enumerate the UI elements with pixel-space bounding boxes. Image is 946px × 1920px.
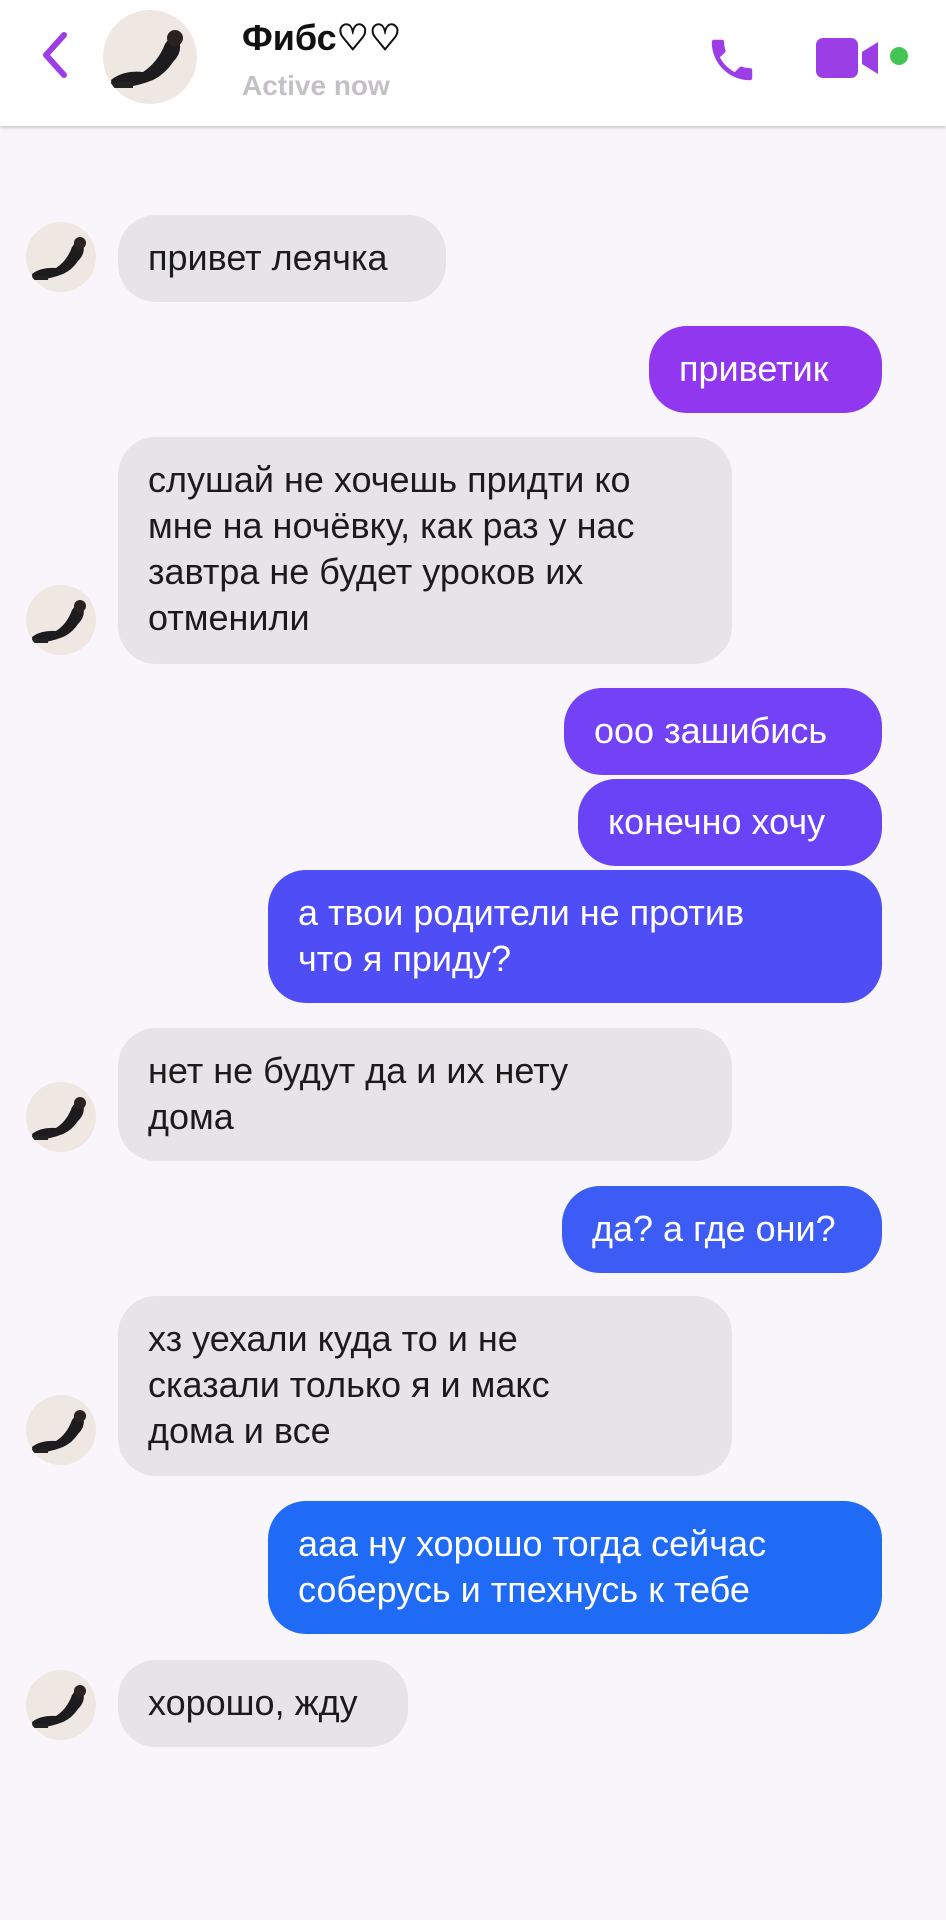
sender-avatar[interactable] [26,222,96,292]
message-text: соберусь и тпехнусь к тебе [298,1569,750,1610]
outgoing-message-bubble[interactable]: ооо зашибись [564,688,882,775]
sender-avatar[interactable] [26,1395,96,1465]
message-text: хорошо, жду [148,1682,358,1723]
voice-call-button[interactable] [700,28,764,92]
outgoing-message-bubble[interactable]: приветик [649,326,882,413]
message-text: сказали только я и макс [148,1364,550,1405]
outgoing-message-bubble[interactable]: ааа ну хорошо тогда сейчас соберусь и тпе… [268,1501,882,1634]
message-text: дома [148,1096,234,1137]
message-text: а твои родители не против [298,892,745,933]
incoming-message-bubble[interactable]: хз уехали куда то и не сказали только я и… [118,1296,732,1476]
sender-avatar[interactable] [26,1082,96,1152]
message-text: мне на ночёвку, как раз у нас [148,505,635,546]
message-text: что я приду? [298,938,512,979]
message-text: да? а где они? [592,1208,836,1249]
contact-name[interactable]: Фибс♡♡ [242,17,401,59]
incoming-message-bubble[interactable]: слушай не хочешь придти ко мне на ночёвку… [118,437,732,664]
sender-avatar[interactable] [26,585,96,655]
message-text: дома и все [148,1410,331,1451]
contact-avatar[interactable] [103,10,197,104]
message-text: нет не будут да и их нету [148,1050,569,1091]
active-status: Active now [242,70,390,101]
message-text: завтра не будет уроков их [148,551,584,592]
message-text: привет леячка [148,237,388,278]
message-text: хз уехали куда то и не [148,1318,518,1359]
message-text: приветик [679,348,829,389]
message-text: конечно хочу [608,801,826,842]
outgoing-message-bubble[interactable]: а твои родители не против что я приду? [268,870,882,1003]
message-text: слушай не хочешь придти ко [148,459,631,500]
back-button[interactable] [30,30,80,80]
message-text: отменили [148,597,310,638]
sender-avatar[interactable] [26,1670,96,1740]
outgoing-message-bubble[interactable]: конечно хочу [578,779,882,866]
chevron-left-icon [43,32,67,78]
message-text: ооо зашибись [594,710,828,751]
message-text: ааа ну хорошо тогда сейчас [298,1523,767,1564]
chat-header: Фибс♡♡ Active now [0,0,946,126]
incoming-message-bubble[interactable]: привет леячка [118,215,446,302]
incoming-message-bubble[interactable]: хорошо, жду [118,1660,408,1747]
phone-icon [711,39,753,81]
incoming-message-bubble[interactable]: нет не будут да и их нету дома [118,1028,732,1161]
video-camera-icon [816,38,878,78]
outgoing-message-bubble[interactable]: да? а где они? [562,1186,882,1273]
online-indicator [890,47,908,65]
